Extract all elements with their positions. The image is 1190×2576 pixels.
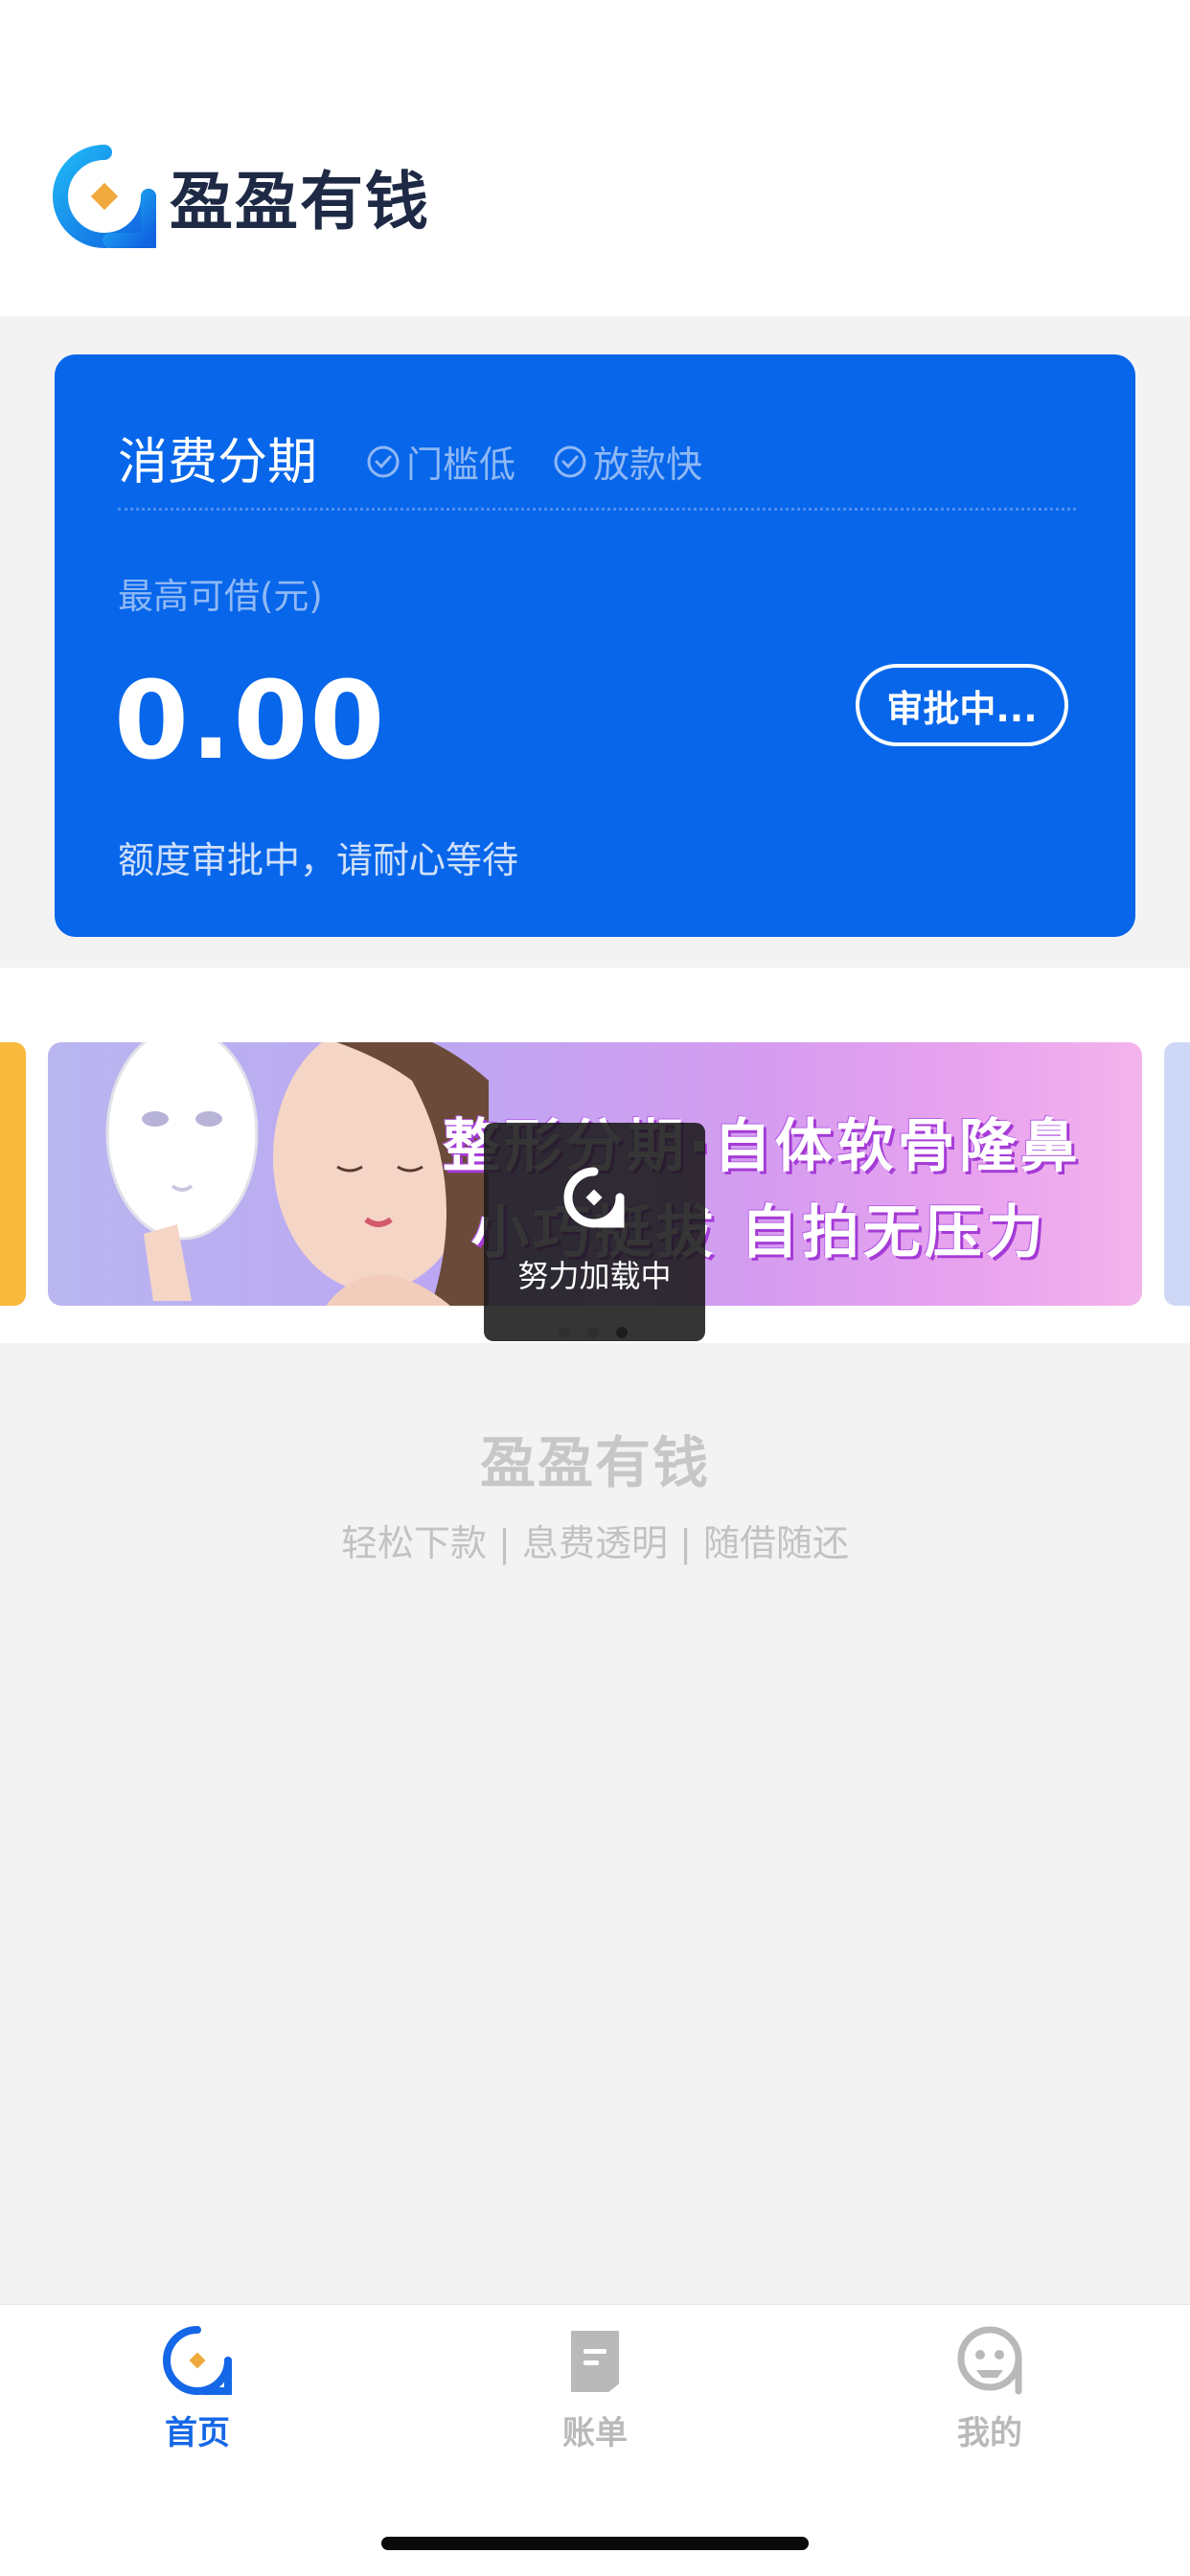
- tab-profile[interactable]: 我的: [875, 2324, 1105, 2458]
- tag-low-threshold: 门槛低: [366, 435, 515, 488]
- card-divider: [118, 508, 1076, 511]
- limit-label: 最高可借(元): [118, 576, 323, 617]
- app-name: 盈盈有钱: [170, 165, 430, 239]
- footer-brand-slogan: 轻松下款 | 息费透明 | 随借随还: [341, 1522, 849, 1564]
- woman-with-mask-image: [105, 1042, 489, 1306]
- loading-icon: [563, 1167, 625, 1228]
- bill-icon: [571, 2331, 619, 2392]
- tab-label: 账单: [562, 2414, 628, 2452]
- tab-label: 首页: [165, 2414, 230, 2452]
- tab-bills[interactable]: 账单: [480, 2324, 710, 2458]
- limit-amount: 0.00: [114, 659, 387, 784]
- review-note: 额度审批中，请耐心等待: [118, 839, 519, 881]
- next-banner-peek[interactable]: [1164, 1042, 1190, 1306]
- app-logo: 盈盈有钱: [53, 144, 430, 249]
- check-circle-icon: [367, 445, 400, 477]
- check-circle-icon: [554, 445, 586, 477]
- tag-label: 放款快: [593, 444, 703, 486]
- loading-text: 努力加载中: [517, 1258, 672, 1294]
- loan-card[interactable]: 消费分期 门槛低 放款快 最高可借(元) 0.00 审批中... 额度审批中，请…: [55, 354, 1135, 937]
- home-indicator[interactable]: [381, 2537, 809, 2550]
- loading-toast: 努力加载中: [484, 1123, 705, 1341]
- profile-icon: [957, 2326, 1022, 2395]
- app-header: 盈盈有钱: [0, 0, 1190, 316]
- footer-brand-name: 盈盈有钱: [479, 1430, 710, 1495]
- logo-icon: [53, 145, 156, 248]
- reviewing-button[interactable]: 审批中...: [856, 664, 1068, 746]
- tag-fast-loan: 放款快: [553, 435, 702, 488]
- bottom-tab-bar: 首页 账单 我的: [0, 2304, 1190, 2576]
- tab-label: 我的: [957, 2414, 1022, 2452]
- card-title: 消费分期: [118, 434, 318, 491]
- tag-label: 门槛低: [406, 444, 516, 486]
- home-icon: [163, 2326, 232, 2395]
- prev-banner-peek[interactable]: [0, 1042, 26, 1306]
- tab-home[interactable]: 首页: [82, 2324, 312, 2458]
